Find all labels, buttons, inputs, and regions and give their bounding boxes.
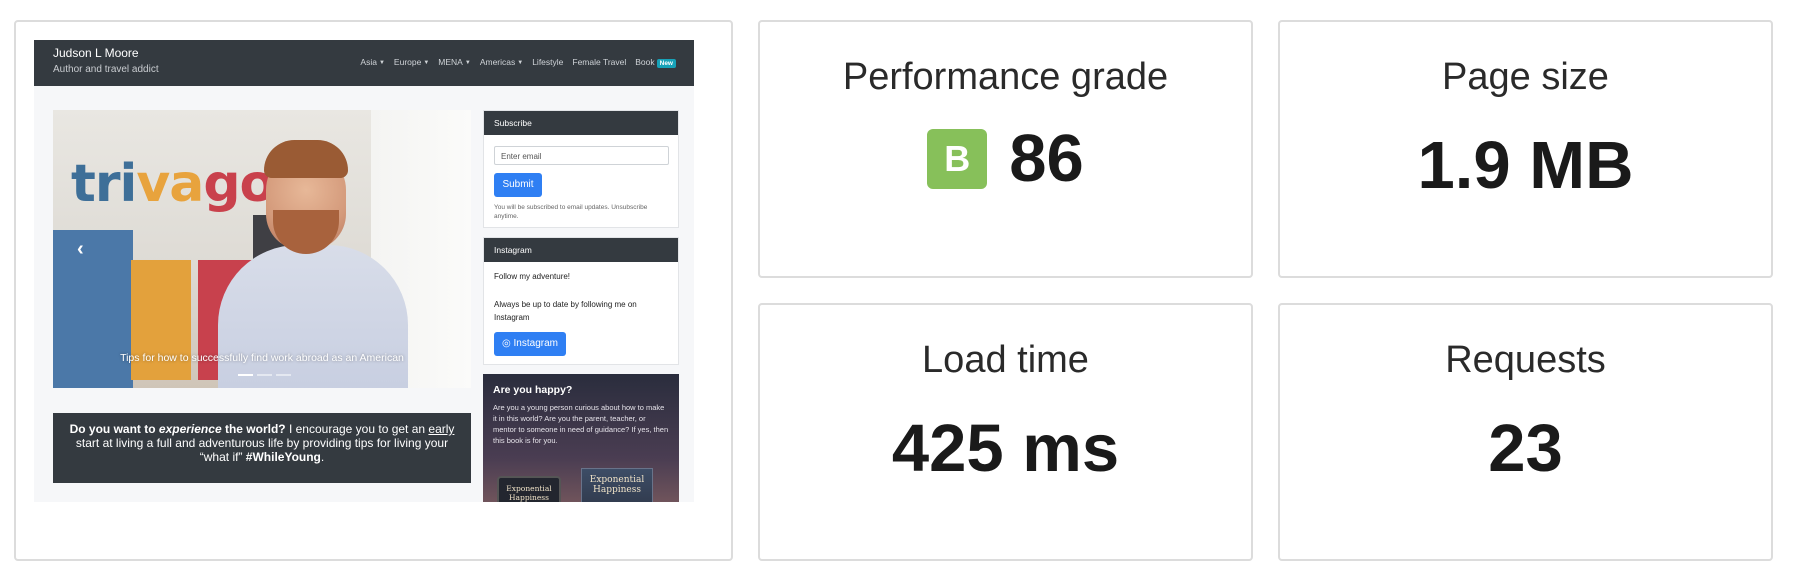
requests-value: 23: [1488, 411, 1563, 486]
nav-item-europe[interactable]: Europe ▼: [394, 57, 429, 67]
instagram-icon: ◎: [502, 338, 511, 349]
nav-item-mena[interactable]: MENA ▼: [438, 57, 471, 67]
performance-grade-card: Performance grade B 86: [758, 20, 1253, 278]
page-size-value: 1.9 MB: [1417, 128, 1634, 203]
requests-title: Requests: [1445, 339, 1606, 381]
grade-score: 86: [1009, 121, 1084, 196]
caret-down-icon: ▼: [517, 60, 524, 66]
subscribe-widget: Subscribe Enter email Submit You will be…: [483, 110, 679, 228]
website-screenshot: Judson L Moore Author and travel addict …: [34, 40, 694, 502]
carousel-indicators: [238, 374, 291, 376]
site-navbar: Judson L Moore Author and travel addict …: [34, 40, 694, 86]
carousel-indicator[interactable]: [238, 374, 253, 376]
nav-item-book[interactable]: Book New: [635, 57, 676, 68]
chevron-left-icon[interactable]: ‹: [77, 238, 84, 261]
new-badge: New: [656, 59, 676, 68]
page-size-title: Page size: [1442, 56, 1609, 98]
carousel-indicator[interactable]: [276, 374, 291, 376]
grade-badge: B: [927, 129, 988, 189]
instagram-widget: Instagram Follow my adventure! Always be…: [483, 237, 679, 365]
subscribe-heading: Subscribe: [484, 111, 678, 135]
performance-grade-title: Performance grade: [842, 56, 1169, 98]
book-cover-image: Exponential Happiness: [581, 468, 653, 502]
nav-item-americas[interactable]: Americas ▼: [480, 57, 523, 67]
book-widget[interactable]: Are you happy? Are you a young person cu…: [483, 374, 679, 502]
email-field[interactable]: Enter email: [494, 146, 669, 165]
carousel-caption: Tips for how to successfully find work a…: [120, 352, 404, 364]
load-time-title: Load time: [922, 339, 1089, 381]
person-shirt: [218, 245, 408, 388]
trivago-logo: trivago: [71, 154, 275, 214]
caret-down-icon: ▼: [464, 60, 471, 66]
nav-item-asia[interactable]: Asia ▼: [360, 57, 385, 67]
instagram-description: Always be up to date by following me on …: [494, 300, 637, 322]
book-title: Are you happy?: [493, 384, 573, 396]
instagram-button[interactable]: ◎ Instagram: [494, 332, 566, 356]
instagram-follow-text: Follow my adventure!: [494, 272, 571, 281]
carousel-indicator[interactable]: [257, 374, 272, 376]
nav-menu: Asia ▼ Europe ▼ MENA ▼ Americas ▼ Lifestyle …: [360, 57, 676, 68]
caret-down-icon: ▼: [378, 60, 385, 66]
person-hair: [264, 140, 348, 178]
caret-down-icon: ▼: [423, 60, 430, 66]
brand-name[interactable]: Judson L Moore: [53, 46, 139, 60]
load-time-card: Load time 425 ms: [758, 303, 1253, 561]
intro-banner: Do you want to experience the world? I e…: [53, 413, 471, 483]
requests-card: Requests 23: [1278, 303, 1773, 561]
load-time-value: 425 ms: [891, 411, 1120, 486]
nav-item-lifestyle[interactable]: Lifestyle: [532, 57, 563, 67]
book-tablet-image: Exponential Happiness: [497, 476, 561, 502]
subscribe-note: You will be subscribed to email updates.…: [494, 204, 648, 220]
book-description: Are you a young person curious about how…: [493, 403, 669, 445]
page-size-card: Page size 1.9 MB: [1278, 20, 1773, 278]
brand-tagline: Author and travel addict: [53, 64, 159, 75]
instagram-heading: Instagram: [484, 238, 678, 262]
hero-carousel[interactable]: trivago ‹ Tips for how to successfully f…: [53, 110, 471, 388]
submit-button[interactable]: Submit: [494, 173, 542, 197]
grade-row: B 86: [760, 121, 1251, 196]
wall-block-blue: [53, 230, 133, 388]
nav-item-female-travel[interactable]: Female Travel: [572, 57, 626, 67]
